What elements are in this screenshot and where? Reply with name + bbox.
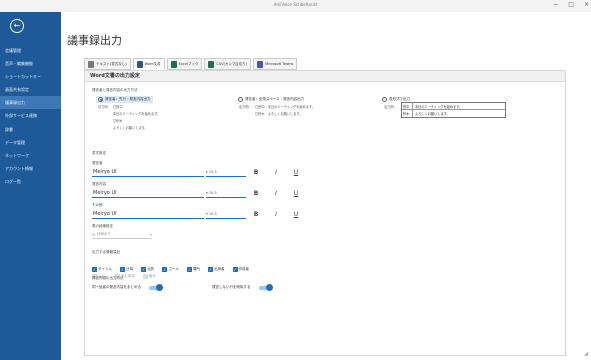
example-label-3: 出力例： [384,105,397,109]
minimize-button[interactable]: − [553,1,558,8]
toggle-switch-icon [258,284,273,291]
font-row-other: Meiryo UI ▾ 10.5 B I U [92,209,306,219]
italic-button[interactable]: I [266,190,286,197]
underline-button[interactable]: U [286,190,306,197]
check-icon: ✓ [186,267,192,272]
table-grid-icon: ⊞ [92,232,95,237]
radio-selected-icon [98,97,103,102]
bold-button[interactable]: B [246,190,266,197]
italic-button[interactable]: I [266,211,286,218]
radio-empty-icon [238,97,243,102]
word-settings-panel: Word文書の出力設定 発言者と発言内容の出力方法 発言者：先行・発言内容出力 … [84,70,566,356]
csv-icon [208,60,215,68]
check-icon: ✓ [162,267,168,272]
checkbox-goal[interactable]: ✓ ゴール [162,267,179,272]
underline-button[interactable]: U [286,211,306,218]
example-line: 〇田中 本日のミーティングを始めます。 [255,105,316,109]
word-icon [136,60,143,68]
tab-text[interactable]: テキスト(書式なし) [84,58,131,70]
close-button[interactable]: × [584,1,589,8]
check-icon: ✓ [207,267,213,272]
bold-button[interactable]: B [246,169,266,176]
toggle-merge-speaker[interactable]: 同一話者の発言内容をまとめる [92,284,163,291]
check-icon: ✓ [232,267,238,272]
sidebar-item-account[interactable]: アカウント情報 [0,162,61,175]
chevron-down-icon: ▾ [150,232,152,237]
page-title: 議事録出力 [67,34,122,47]
sidebar-item-external[interactable]: 外部サービス連携 [0,109,61,122]
example-line: 〇鈴木 [113,119,123,123]
example-label-1: 出力例： [98,105,111,109]
format-tabs: テキスト(書式なし) Word文書 Excelブック CSV(カンマ区切り) M… [84,58,298,70]
font-row-label: 発言者 [92,161,103,165]
toggle-switch-icon [149,284,163,291]
size-select[interactable]: ▾ 10.5 [206,167,246,177]
size-select[interactable]: ▾ 10.5 [206,188,246,198]
table-border-select[interactable]: ⊞ 枠線あり ▾ [92,231,152,239]
tab-excel[interactable]: Excelブック [166,58,203,70]
window-title: AmiVoice ScribeAssist [273,2,318,7]
font-section-label: 書式設定 [92,151,106,155]
output-method-label: 発言内容の出力方法 [92,276,124,280]
sidebar-item-audio[interactable]: 音声・編集機能 [0,57,61,70]
teams-icon [257,60,264,68]
tab-csv[interactable]: CSV(カンマ区切り) [204,58,252,70]
radio-option-2[interactable]: 発言者：全角スペース・発言内容出力 [238,97,304,102]
font-select[interactable]: Meiryo UI [92,209,204,219]
excel-icon [170,60,177,68]
font-row-speaker: Meiryo UI ▾ 10.5 B I U [92,167,306,177]
sidebar: ← 会議管理 音声・編集機能 ショートカットキー 画面共有設定 議事録出力 外部… [0,12,61,360]
info-section-label: 出力する情報項目 [92,250,120,254]
sidebar-item-dictionary[interactable]: 辞書 [0,123,61,136]
example-line: よろしくお願いします。 [113,126,148,130]
main-content: 議事録出力 テキスト(書式なし) Word文書 Excelブック CSV(カンマ… [61,12,591,360]
sidebar-item-minutes-output[interactable]: 議事録出力 [0,96,61,110]
sidebar-item-data[interactable]: データ管理 [0,136,61,149]
example-line: 〇鈴木 よろしくお願いします。 [255,112,303,116]
example-table: 田中 本日のミーティングを始めます。 鈴木 よろしくお願いします。 [401,102,506,118]
example-line: 本日のミーティングを始めます。 [113,112,161,116]
radio-option-1[interactable]: 発言者：先行・発言内容出力 [96,96,153,103]
panel-header: Word文書の出力設定 [85,71,565,82]
radio-empty-icon [382,97,387,102]
sidebar-item-log[interactable]: ログ一覧 [0,175,61,188]
font-row-label: その他 [92,203,103,207]
checkbox-author[interactable]: ✓ 作成者 [232,267,249,272]
checkbox-place[interactable]: ✓ 場所 [186,267,200,272]
italic-button[interactable]: I [266,169,286,176]
font-select[interactable]: Meiryo UI [92,188,204,198]
font-select[interactable]: Meiryo UI [92,167,204,177]
bold-button[interactable]: B [246,211,266,218]
order-section-label: 発言者と発言内容の出力方法 [92,88,138,92]
title-bar: AmiVoice ScribeAssist − □ × [0,0,591,12]
checkbox-attendees[interactable]: ✓ 出席者 [207,267,224,272]
sidebar-item-shortcut[interactable]: ショートカットキー [0,70,61,83]
font-row-label: 発言内容 [92,182,106,186]
sidebar-item-network[interactable]: ネットワーク [0,149,61,162]
maximize-button[interactable]: □ [568,1,574,8]
example-label-2: 出力例： [239,105,252,109]
back-arrow-icon[interactable]: ← [10,19,24,33]
text-file-icon [88,60,94,68]
checkbox-notes: 備考 [142,274,156,279]
font-row-content: Meiryo UI ▾ 10.5 B I U [92,188,306,198]
checkbox-icon [142,274,148,279]
resize-grip-icon[interactable]: ◢ [584,351,588,357]
sidebar-item-screen-share[interactable]: 画面共有設定 [0,83,61,96]
size-select[interactable]: ▾ 10.5 [206,209,246,219]
app-window: AmiVoice ScribeAssist − □ × ← 会議管理 音声・編集… [0,0,591,360]
example-line: 〇田中 [113,105,123,109]
sidebar-item-meeting[interactable]: 会議管理 [0,44,61,57]
toggle-remove-silent[interactable]: 発言しない行を削除する [212,284,273,291]
tab-word[interactable]: Word文書 [132,58,165,70]
tab-teams[interactable]: Microsoft Teams [253,58,298,70]
table-border-label: 表の枠線設定 [92,224,113,228]
underline-button[interactable]: U [286,169,306,176]
